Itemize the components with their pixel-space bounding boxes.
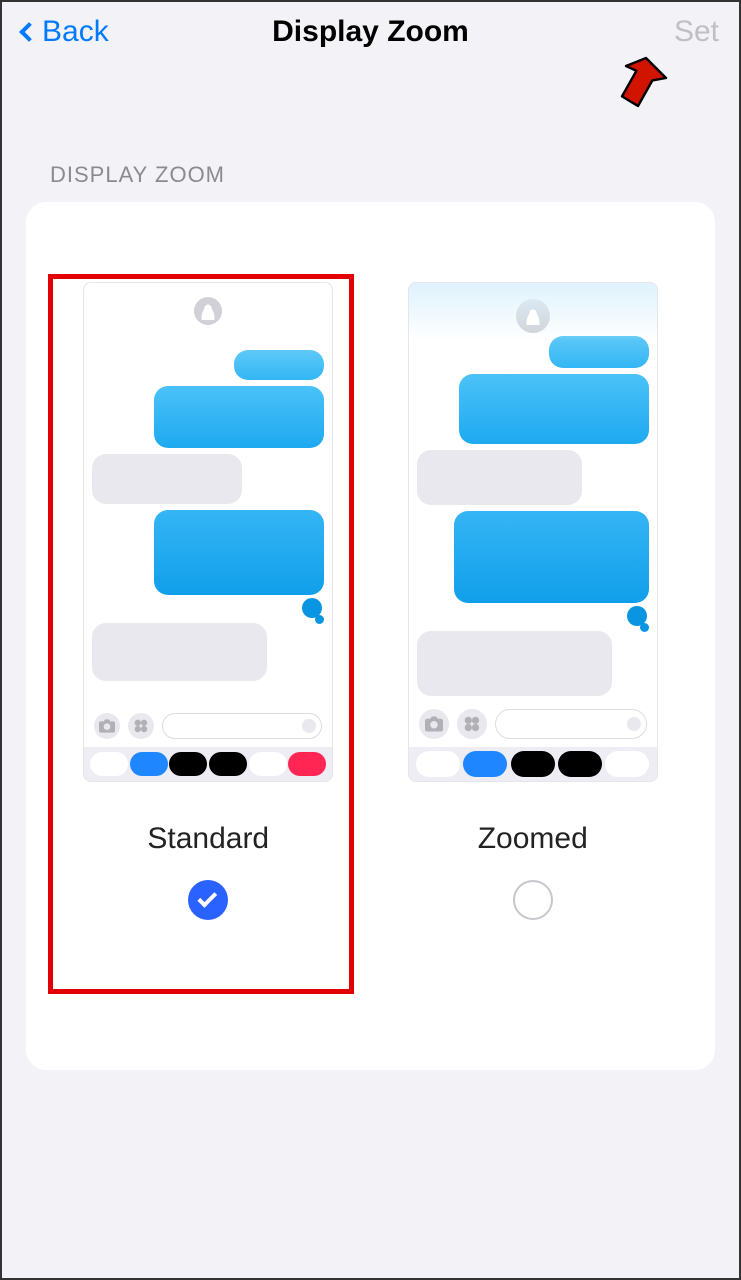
page-title: Display Zoom xyxy=(2,15,739,49)
chat-bubble xyxy=(154,510,324,595)
preview-dock xyxy=(84,747,332,781)
chat-bubble xyxy=(549,336,649,368)
preview-zoomed xyxy=(408,282,658,782)
back-label: Back xyxy=(42,15,109,49)
back-button[interactable]: Back xyxy=(22,15,109,49)
apps-icon xyxy=(457,709,487,739)
option-standard[interactable]: Standard xyxy=(58,282,358,920)
option-zoomed-label: Zoomed xyxy=(478,822,588,856)
dock-item xyxy=(169,752,207,776)
option-standard-radio[interactable] xyxy=(188,880,228,920)
dock-item xyxy=(511,751,555,777)
typing-indicator-icon xyxy=(302,598,322,618)
nav-bar: Back Display Zoom Set xyxy=(2,2,739,62)
typing-indicator-icon xyxy=(627,606,647,626)
option-standard-label: Standard xyxy=(147,822,269,856)
dock-item xyxy=(463,751,507,777)
dock-item xyxy=(416,751,460,777)
section-header: DISPLAY ZOOM xyxy=(2,62,739,202)
dock-item xyxy=(130,752,168,776)
chat-bubble xyxy=(454,511,649,603)
chat-bubble xyxy=(417,450,582,505)
option-zoomed[interactable]: Zoomed xyxy=(383,282,683,920)
camera-icon xyxy=(419,709,449,739)
apps-icon xyxy=(128,713,154,739)
avatar-icon xyxy=(516,299,550,333)
chat-bubble xyxy=(92,454,242,504)
chat-bubble xyxy=(459,374,649,444)
chat-bubble xyxy=(417,631,612,696)
dock-item xyxy=(209,752,247,776)
zoom-options-card: Standard xyxy=(26,202,715,1070)
preview-text-input xyxy=(162,713,322,739)
chevron-left-icon xyxy=(19,22,39,42)
avatar-icon xyxy=(194,297,222,325)
chat-bubble xyxy=(234,350,324,380)
preview-standard xyxy=(83,282,333,782)
preview-input-bar xyxy=(84,705,332,747)
preview-input-bar xyxy=(409,701,657,747)
dock-item xyxy=(605,751,649,777)
option-zoomed-radio[interactable] xyxy=(513,880,553,920)
checkmark-icon xyxy=(198,888,218,908)
camera-icon xyxy=(94,713,120,739)
chat-bubble xyxy=(92,623,267,681)
preview-text-input xyxy=(495,709,647,739)
dock-item xyxy=(558,751,602,777)
chat-bubble xyxy=(154,386,324,448)
dock-item xyxy=(288,752,326,776)
preview-dock xyxy=(409,747,657,781)
dock-item xyxy=(249,752,287,776)
dock-item xyxy=(90,752,128,776)
set-button[interactable]: Set xyxy=(674,15,719,49)
